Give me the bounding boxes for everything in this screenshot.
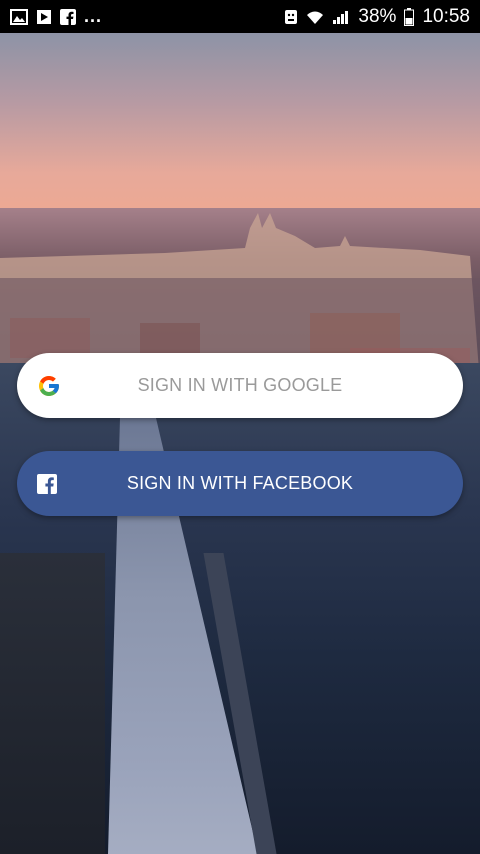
- status-bar-left: ...: [10, 6, 102, 27]
- status-bar: ... 38% 10:58: [0, 0, 480, 33]
- signal-icon: [332, 9, 350, 25]
- image-icon: [10, 8, 28, 25]
- clock: 10:58: [422, 5, 470, 27]
- facebook-icon: [37, 473, 57, 494]
- android-notification-icon: [284, 9, 298, 25]
- battery-percent: 38%: [358, 5, 397, 27]
- facebook-signin-button[interactable]: SIGN IN WITH FACEBOOK: [17, 451, 463, 516]
- facebook-signin-label: SIGN IN WITH FACEBOOK: [126, 473, 354, 493]
- more-notifications-indicator: ...: [84, 6, 103, 26]
- battery-icon: [404, 7, 415, 26]
- google-signin-label: SIGN IN WITH GOOGLE: [137, 375, 343, 395]
- google-icon: [37, 374, 61, 398]
- facebook-icon: [60, 8, 76, 25]
- status-bar-right: 38% 10:58: [284, 6, 470, 28]
- sky: [0, 33, 480, 233]
- riverbank: [0, 553, 105, 854]
- background-photo: [0, 33, 480, 854]
- google-signin-button[interactable]: SIGN IN WITH GOOGLE: [17, 353, 463, 418]
- play-store-icon: [36, 9, 52, 25]
- wifi-icon: [306, 9, 324, 25]
